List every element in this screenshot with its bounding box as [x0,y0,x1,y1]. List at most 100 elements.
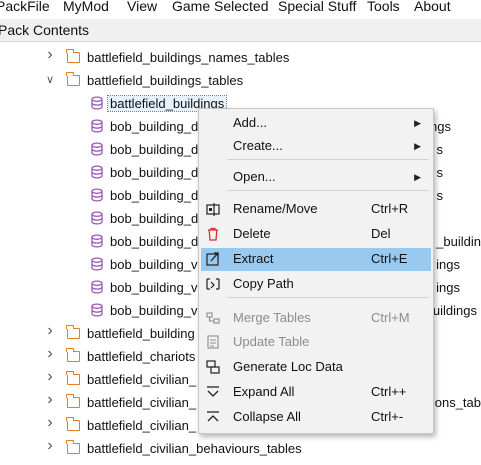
collapsed-chevron-icon[interactable]: › [44,47,56,63]
menu-item-label: Collapse All [233,409,301,424]
tree-item-label: bob_building_d [110,211,199,226]
menu-item-shortcut: Ctrl+- [371,409,404,424]
tree-item-label: bob_building_v [110,280,198,295]
tree-item-label: battlefield_civilian_ [87,418,197,433]
tree-item-label: bob_building_d [110,234,199,249]
menu-item-label: Copy Path [233,276,294,291]
collapsed-chevron-icon[interactable]: › [44,415,56,431]
tree-item-label: bob_building_v [110,257,198,272]
collapsed-chevron-icon[interactable]: › [44,369,56,385]
generate-loc-icon [205,359,221,375]
tree-item-label: battlefield_buildings_names_tables [87,50,290,65]
menu-separator [227,297,429,298]
menu-item-label: Open... [233,169,276,184]
tree-item-label: battlefield_civilian_ [87,372,197,387]
menu-collapse-all[interactable]: Collapse All Ctrl+- [201,406,431,429]
submenu-arrow-icon: ▶ [414,172,421,182]
menu-extract[interactable]: Extract Ctrl+E [201,248,431,271]
tree-item-folder[interactable]: › battlefield_buildings_names_tables [0,46,481,69]
db-table-icon [90,257,104,271]
tree-item-label: battlefield_buildings_tables [87,73,244,88]
menu-packfile[interactable]: PackFile [0,0,50,15]
tree-item-label: bob_building_v [110,303,198,318]
menu-about[interactable]: About [414,0,451,15]
menu-item-label: Merge Tables [233,310,311,325]
tree-item-label: bob_building_d [110,119,199,134]
folder-icon [66,417,80,431]
db-table-icon [90,234,104,248]
menu-separator [227,159,429,160]
menu-create[interactable]: Create... ▶ [201,135,431,158]
expand-all-icon [205,384,221,400]
menu-bar: PackFile MyMod View Game Selected Specia… [0,0,481,17]
menu-item-label: Create... [233,138,283,153]
menu-item-shortcut: Ctrl+E [371,251,408,266]
folder-icon [66,348,80,362]
menu-open[interactable]: Open... ▶ [201,166,431,189]
folder-icon [66,49,80,63]
tree-item-label-tail: s [436,188,444,203]
pack-contents-title: Pack Contents [0,22,90,38]
tree-item-label: battlefield_chariots [87,349,196,364]
menu-game-selected[interactable]: Game Selected [172,0,269,15]
db-table-icon [90,303,104,317]
tree-item-folder[interactable]: ∨ battlefield_buildings_tables [0,69,481,92]
tree-item-label-tail: ings [436,280,460,295]
tree-item-label: battlefield_civilian_ [87,395,197,410]
collapsed-chevron-icon[interactable]: › [44,392,56,408]
db-table-icon [90,280,104,294]
tree-item-label-tail: ons_tab [434,395,481,410]
menu-mymod[interactable]: MyMod [63,0,109,15]
menu-tools[interactable]: Tools [367,0,400,15]
menu-copy-path[interactable]: Copy Path [201,273,431,296]
merge-icon [205,310,221,326]
tree-item-label: bob_building_d [110,142,199,157]
tree-item-label: bob_building_d [110,165,199,180]
tree-item-label-tail: s [436,165,444,180]
menu-item-label: Rename/Move [233,201,318,216]
folder-icon [66,325,80,339]
folder-icon [66,72,80,86]
menu-item-label: Update Table [233,334,310,349]
menu-item-label: Generate Loc Data [233,359,343,374]
menu-rename-move[interactable]: Rename/Move Ctrl+R [201,198,431,221]
folder-icon [66,440,80,454]
menu-add[interactable]: Add... ▶ [201,112,431,135]
collapsed-chevron-icon[interactable]: › [44,346,56,362]
tree-item-folder[interactable]: › battlefield_civilian_behaviours_tables [0,437,481,460]
copy-path-icon [205,276,221,292]
folder-icon [66,394,80,408]
collapsed-chevron-icon[interactable]: › [44,323,56,339]
menu-item-label: Delete [233,226,271,241]
expanded-chevron-icon[interactable]: ∨ [44,73,56,87]
menu-view[interactable]: View [127,0,157,15]
menu-expand-all[interactable]: Expand All Ctrl++ [201,381,431,404]
trash-icon [205,226,221,242]
collapsed-chevron-icon[interactable]: › [44,438,56,454]
menu-merge-tables[interactable]: Merge Tables Ctrl+M [201,307,431,330]
menu-item-shortcut: Del [371,226,391,241]
db-table-icon [90,165,104,179]
update-icon [205,334,221,350]
menu-separator [227,190,429,191]
menu-item-label: Expand All [233,384,295,399]
tree-item-label: bob_building_d [110,188,199,203]
menu-item-label: Add... [233,115,267,130]
menu-delete[interactable]: Delete Del [201,223,431,246]
db-table-icon [90,119,104,133]
menu-generate-loc-data[interactable]: Generate Loc Data [201,356,431,379]
collapse-all-icon [205,409,221,425]
menu-update-table[interactable]: Update Table [201,331,431,354]
tree-item-label: battlefield_civilian_behaviours_tables [87,441,302,456]
pack-contents-header: Pack Contents [0,19,481,42]
db-table-icon [90,188,104,202]
menu-item-shortcut: Ctrl+R [371,201,409,216]
db-table-icon [90,142,104,156]
db-table-icon [90,211,104,225]
menu-item-shortcut: Ctrl++ [371,384,407,399]
menu-special-stuff[interactable]: Special Stuff [278,0,356,15]
extract-icon [205,251,221,267]
tree-item-label-tail: ings [436,257,460,272]
tree-item-label-tail: _buildin [436,234,481,249]
db-table-icon [90,96,104,110]
